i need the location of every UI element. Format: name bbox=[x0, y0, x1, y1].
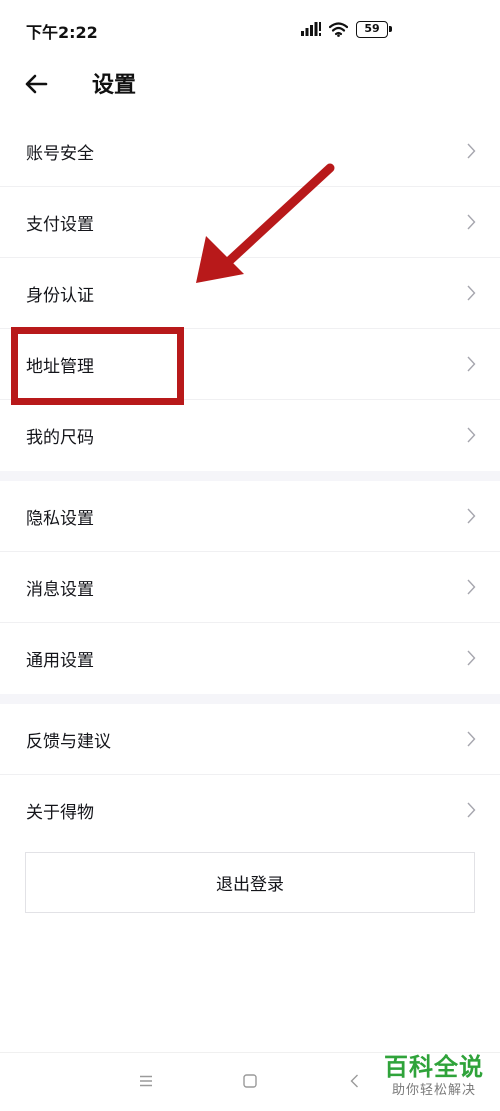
row-label: 通用设置 bbox=[26, 651, 94, 671]
chevron-right-icon bbox=[467, 508, 476, 524]
chevron-right-icon bbox=[467, 285, 476, 301]
chevron-right-icon bbox=[467, 802, 476, 818]
back-nav-icon[interactable] bbox=[350, 1074, 359, 1088]
row-privacy-settings[interactable]: 隐私设置 bbox=[0, 481, 500, 552]
watermark-title: 百科全说 bbox=[384, 1053, 484, 1081]
row-label: 我的尺码 bbox=[26, 428, 94, 448]
section-divider bbox=[0, 694, 500, 704]
chevron-right-icon bbox=[467, 650, 476, 666]
chevron-right-icon bbox=[467, 427, 476, 443]
watermark-subtitle: 助你轻松解决 bbox=[391, 1083, 476, 1098]
row-payment-settings[interactable]: 支付设置 bbox=[0, 187, 500, 258]
signal-icon bbox=[301, 22, 321, 36]
logout-button[interactable]: 退出登录 bbox=[25, 852, 475, 913]
back-button[interactable] bbox=[18, 66, 54, 102]
wifi-icon bbox=[329, 21, 348, 37]
section-divider bbox=[0, 471, 500, 481]
row-label: 地址管理 bbox=[26, 356, 94, 377]
row-label: 支付设置 bbox=[26, 214, 94, 235]
page-title: 设置 bbox=[92, 73, 137, 98]
chevron-right-icon bbox=[467, 356, 476, 372]
row-about[interactable]: 关于得物 bbox=[0, 775, 500, 846]
battery-icon: 59 bbox=[356, 20, 392, 38]
chevron-right-icon bbox=[467, 143, 476, 159]
row-identity-verification[interactable]: 身份认证 bbox=[0, 258, 500, 329]
row-label: 反馈与建议 bbox=[26, 731, 111, 752]
status-time: 下午2:22 bbox=[26, 23, 98, 42]
nav-bar: 设置 bbox=[0, 58, 500, 114]
row-message-settings[interactable]: 消息设置 bbox=[0, 552, 500, 623]
row-label: 身份认证 bbox=[26, 285, 94, 306]
back-arrow-icon bbox=[25, 74, 48, 94]
row-my-size[interactable]: 我的尺码 bbox=[0, 400, 500, 471]
row-label: 消息设置 bbox=[26, 579, 94, 600]
chevron-right-icon bbox=[467, 731, 476, 747]
row-account-security[interactable]: 账号安全 bbox=[0, 116, 500, 187]
menu-icon[interactable] bbox=[139, 1075, 153, 1087]
row-feedback[interactable]: 反馈与建议 bbox=[0, 704, 500, 775]
settings-list: 账号安全 支付设置 身份认证 地址管理 我的尺码 隐私设置 消息设置 通用设置 … bbox=[0, 116, 500, 846]
watermark: 百科全说 助你轻松解决 bbox=[372, 1052, 496, 1104]
status-icons: 59 bbox=[301, 20, 392, 38]
chevron-right-icon bbox=[467, 214, 476, 230]
row-label: 隐私设置 bbox=[26, 508, 94, 529]
row-general-settings[interactable]: 通用设置 bbox=[0, 623, 500, 694]
chevron-right-icon bbox=[467, 579, 476, 595]
row-label: 关于得物 bbox=[26, 803, 94, 823]
row-address-management[interactable]: 地址管理 bbox=[0, 329, 500, 400]
status-bar: 下午2:22 59 bbox=[0, 0, 500, 58]
row-label: 账号安全 bbox=[26, 143, 94, 164]
home-icon[interactable] bbox=[243, 1074, 257, 1088]
